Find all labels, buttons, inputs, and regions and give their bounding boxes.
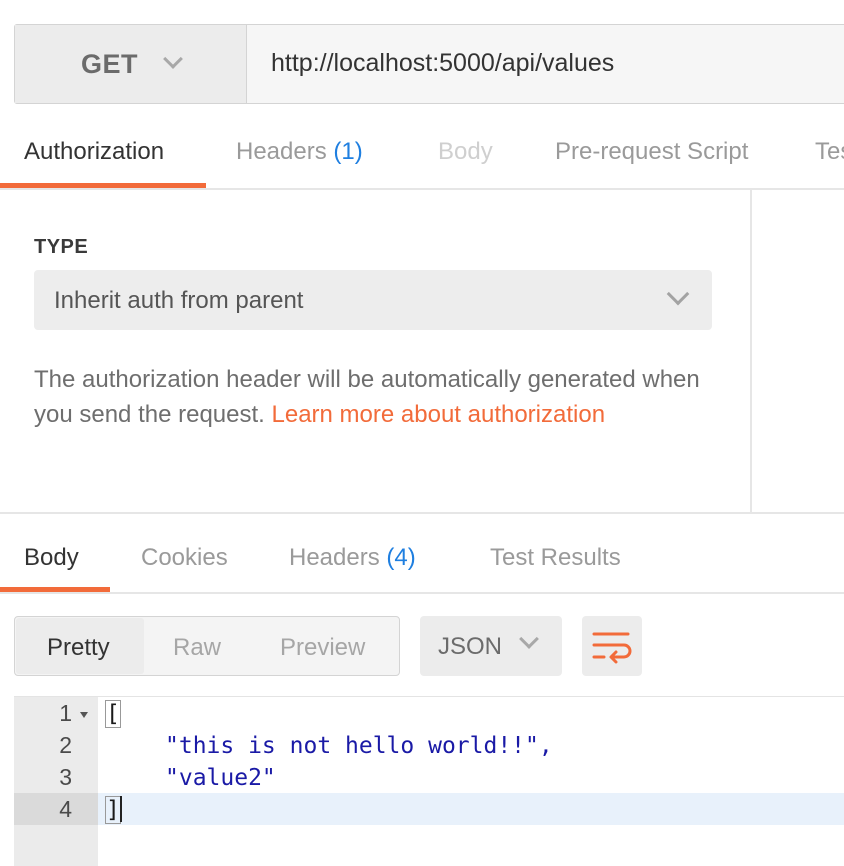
active-line-highlight [98,793,844,825]
code-line: [ [105,700,121,728]
tab-label: Pre-request Script [555,138,749,165]
chevron-down-icon [163,49,183,69]
learn-more-link[interactable]: Learn more about authorization [272,401,606,428]
language-label: JSON [438,633,503,660]
headers-count-badge: (4) [386,544,416,571]
active-tab-indicator [0,587,110,592]
tab-label: Headers [289,544,380,571]
format-preview-button[interactable]: Preview [280,634,365,662]
chevron-down-icon [666,282,690,306]
tab-label: Body [438,138,493,165]
url-input[interactable]: http://localhost:5000/api/values [271,49,614,78]
response-tab-headers[interactable]: Headers (4) [289,544,416,572]
format-mode-group: Pretty Raw Preview [14,616,400,676]
tab-authorization[interactable]: Authorization [24,138,164,166]
tab-tests[interactable]: Tes [815,138,844,166]
tab-label: Cookies [141,544,228,571]
auth-type-select[interactable]: Inherit auth from parent [34,270,712,330]
auth-description: The authorization header will be automat… [34,362,734,432]
fold-arrow-icon[interactable] [80,712,88,718]
wrap-lines-icon [592,632,632,664]
method-select[interactable]: GET [15,25,247,103]
response-tabs: Body Cookies Headers (4) Test Results [0,514,844,594]
request-bar: GET http://localhost:5000/api/values [14,24,844,104]
auth-type-value: Inherit auth from parent [54,287,304,314]
tab-label: Body [24,544,79,571]
request-tabs: Authorization Headers (1) Body Pre-reque… [0,120,844,190]
active-tab-indicator [0,183,206,188]
tab-headers[interactable]: Headers (1) [236,138,363,166]
tab-label: Tes [815,138,844,165]
code-line: ] [105,796,121,824]
tab-label: Headers [236,138,327,165]
response-tab-test-results[interactable]: Test Results [490,544,621,572]
line-number: 3 [59,764,72,790]
headers-count-badge: (1) [333,138,363,165]
line-number: 4 [59,796,72,822]
code-line: "this is not hello world!!", [165,733,553,759]
text-cursor [120,796,122,822]
method-label: GET [80,48,138,79]
response-editor[interactable]: 1 2 3 4 [ "this is not hello world!!", "… [14,696,844,866]
chevron-down-icon [519,629,539,649]
code-line: "value2" [165,765,276,791]
tab-pre-request-script[interactable]: Pre-request Script [555,138,748,166]
tab-label: Test Results [490,544,621,571]
response-tab-cookies[interactable]: Cookies [141,544,228,572]
line-number: 1 [59,700,72,726]
response-tab-body[interactable]: Body [24,544,79,572]
wrap-lines-button[interactable] [582,616,642,676]
authorization-panel: TYPE Inherit auth from parent The author… [0,190,752,512]
tab-label: Authorization [24,138,165,165]
auth-type-label: TYPE [34,236,89,258]
language-select[interactable]: JSON [420,616,562,676]
line-number: 2 [59,732,72,758]
tab-body[interactable]: Body [438,138,493,166]
format-pretty-button[interactable]: Pretty [47,634,110,662]
format-raw-button[interactable]: Raw [173,634,221,662]
